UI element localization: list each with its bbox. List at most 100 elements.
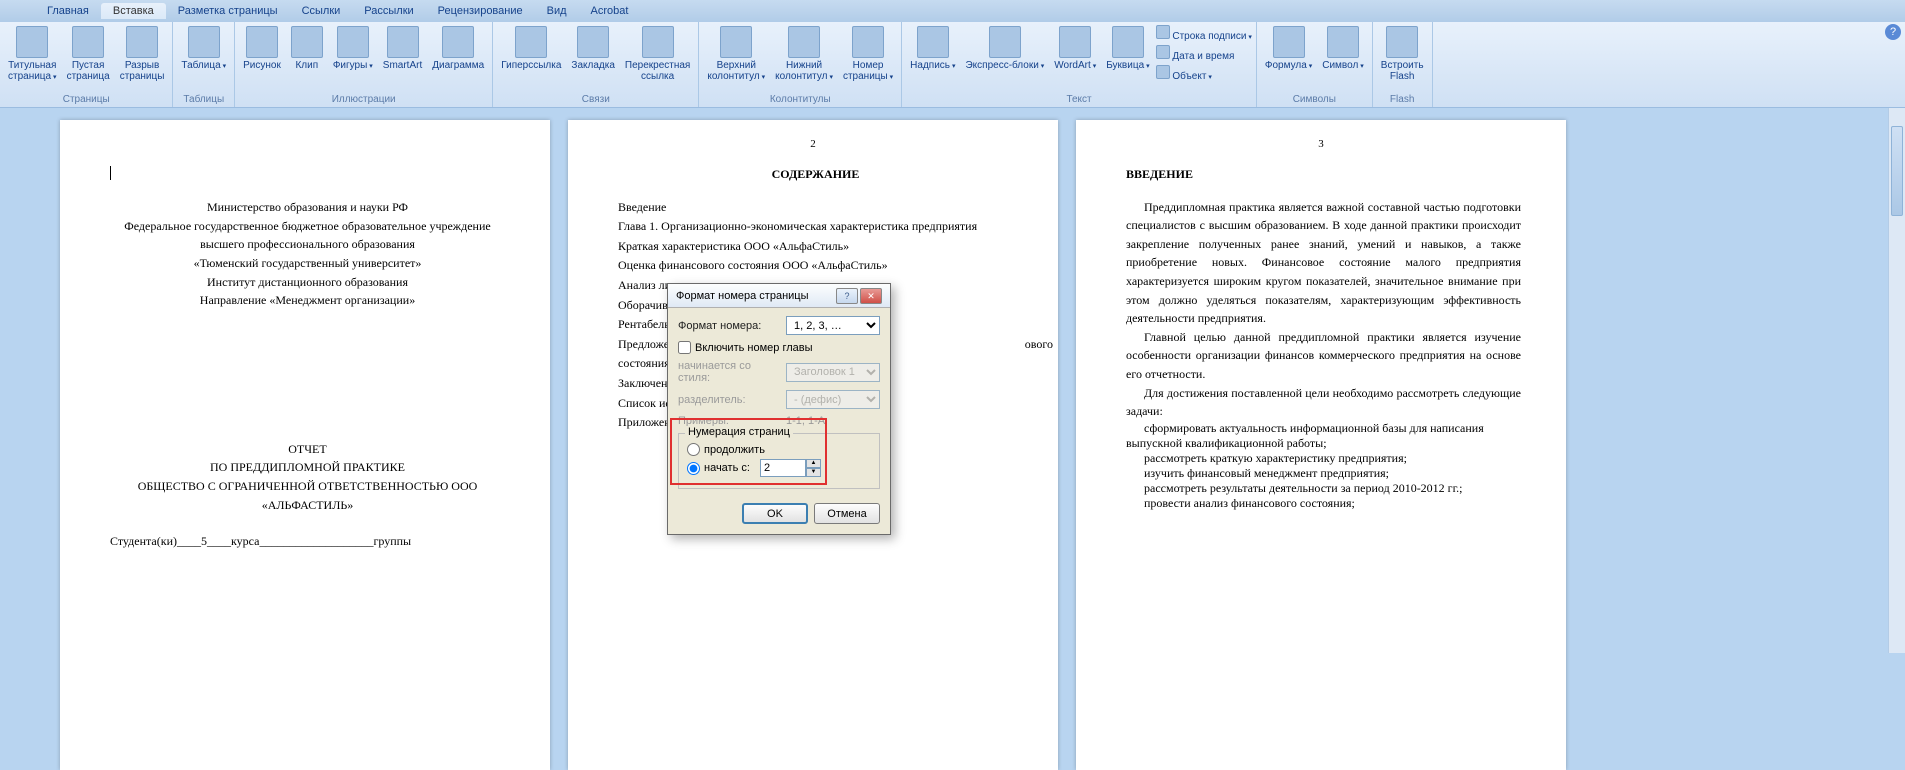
datetime-icon bbox=[1156, 45, 1170, 59]
picture-button[interactable]: Рисунок bbox=[239, 24, 285, 73]
symbol-button[interactable]: Символ bbox=[1318, 24, 1368, 73]
vertical-scrollbar[interactable] bbox=[1888, 108, 1905, 653]
page1-line: Федеральное государственное бюджетное об… bbox=[110, 217, 505, 236]
chapter-style-select: Заголовок 1 bbox=[786, 363, 880, 382]
quickparts-button[interactable]: Экспресс-блоки bbox=[961, 24, 1048, 73]
picture-icon bbox=[246, 26, 278, 58]
shapes-icon bbox=[337, 26, 369, 58]
page3-bullet: рассмотреть краткую характеристику предп… bbox=[1126, 451, 1521, 466]
page-number-icon bbox=[852, 26, 884, 58]
scrollbar-thumb[interactable] bbox=[1891, 126, 1903, 216]
continue-radio[interactable] bbox=[687, 443, 700, 456]
start-at-spinner: ▲ ▼ bbox=[760, 459, 821, 477]
dialog-help-button[interactable]: ? bbox=[836, 288, 858, 304]
page-break-button[interactable]: Разрывстраницы bbox=[116, 24, 169, 84]
page1-line: «Тюменский государственный университет» bbox=[110, 254, 505, 273]
dialog-close-button[interactable]: ✕ bbox=[860, 288, 882, 304]
page1-line: Направление «Менеджмент организации» bbox=[110, 291, 505, 310]
footer-button[interactable]: Нижнийколонтитул bbox=[771, 24, 837, 84]
shapes-button[interactable]: Фигуры bbox=[329, 24, 377, 73]
dropcap-button[interactable]: Буквица bbox=[1102, 24, 1153, 73]
textbox-button[interactable]: Надпись bbox=[906, 24, 959, 73]
group-tables: Таблица Таблицы bbox=[173, 22, 235, 107]
group-flash: ВстроитьFlash Flash bbox=[1373, 22, 1433, 107]
equation-icon bbox=[1273, 26, 1305, 58]
hyperlink-button[interactable]: Гиперссылка bbox=[497, 24, 565, 73]
page1-line: Министерство образования и науки РФ bbox=[110, 198, 505, 217]
crossref-button[interactable]: Перекрестнаяссылка bbox=[621, 24, 694, 84]
tab-layout[interactable]: Разметка страницы bbox=[166, 3, 290, 19]
help-icon[interactable]: ? bbox=[1885, 24, 1901, 40]
group-links-label: Связи bbox=[497, 92, 694, 107]
tab-acrobat[interactable]: Acrobat bbox=[579, 3, 641, 19]
start-at-label: начать с: bbox=[704, 462, 750, 474]
include-chapter-checkbox[interactable] bbox=[678, 341, 691, 354]
numbering-legend: Нумерация страниц bbox=[685, 426, 793, 438]
chart-button[interactable]: Диаграмма bbox=[428, 24, 488, 73]
wordart-button[interactable]: WordArt bbox=[1050, 24, 1100, 73]
bookmark-button[interactable]: Закладка bbox=[567, 24, 618, 73]
page3-bullet: сформировать актуальность информационной… bbox=[1126, 421, 1521, 451]
start-at-radio[interactable] bbox=[687, 462, 700, 475]
group-illus-label: Иллюстрации bbox=[239, 92, 488, 107]
embed-flash-button[interactable]: ВстроитьFlash bbox=[1377, 24, 1428, 84]
table-button[interactable]: Таблица bbox=[177, 24, 230, 73]
start-at-input[interactable] bbox=[760, 459, 806, 477]
group-links: Гиперссылка Закладка Перекрестнаяссылка … bbox=[493, 22, 699, 107]
separator-select: - (дефис) bbox=[786, 390, 880, 409]
group-headerfooter: Верхнийколонтитул Нижнийколонтитул Номер… bbox=[699, 22, 902, 107]
group-symbols-label: Символы bbox=[1261, 92, 1368, 107]
dialog-titlebar[interactable]: Формат номера страницы ? ✕ bbox=[668, 284, 890, 308]
numbering-fieldset: Нумерация страниц продолжить начать с: ▲… bbox=[678, 433, 880, 489]
group-pages-label: Страницы bbox=[4, 92, 168, 107]
blank-page-button[interactable]: Пустаястраница bbox=[63, 24, 114, 84]
signature-line-button[interactable]: Строка подписи bbox=[1156, 24, 1252, 43]
page1-line: высшего профессионального образования bbox=[110, 235, 505, 254]
cover-page-icon bbox=[16, 26, 48, 58]
smartart-icon bbox=[387, 26, 419, 58]
tab-insert[interactable]: Вставка bbox=[101, 3, 166, 19]
group-tables-label: Таблицы bbox=[177, 92, 230, 107]
tab-home[interactable]: Главная bbox=[35, 3, 101, 19]
toc-item: Введение bbox=[618, 198, 1013, 217]
header-button[interactable]: Верхнийколонтитул bbox=[703, 24, 769, 84]
page3-title: ВВЕДЕНИЕ bbox=[1126, 165, 1521, 184]
page-number-button[interactable]: Номерстраницы bbox=[839, 24, 897, 84]
cancel-button[interactable]: Отмена bbox=[814, 503, 880, 524]
hyperlink-icon bbox=[515, 26, 547, 58]
datetime-button[interactable]: Дата и время bbox=[1156, 44, 1252, 63]
page-3[interactable]: 3 ВВЕДЕНИЕ Преддипломная практика являет… bbox=[1076, 120, 1566, 770]
format-label: Формат номера: bbox=[678, 320, 780, 332]
tab-review[interactable]: Рецензирование bbox=[426, 3, 535, 19]
page1-report: «АЛЬФАСТИЛЬ» bbox=[110, 496, 505, 515]
smartart-button[interactable]: SmartArt bbox=[379, 24, 426, 73]
spinner-up[interactable]: ▲ bbox=[806, 459, 821, 468]
spinner-down[interactable]: ▼ bbox=[806, 468, 821, 477]
number-format-select[interactable]: 1, 2, 3, … bbox=[786, 316, 880, 335]
blank-page-icon bbox=[72, 26, 104, 58]
page-break-icon bbox=[126, 26, 158, 58]
ribbon: Титульнаястраница Пустаястраница Разрывс… bbox=[0, 22, 1905, 108]
bookmark-icon bbox=[577, 26, 609, 58]
ok-button[interactable]: OK bbox=[742, 503, 808, 524]
group-flash-label: Flash bbox=[1377, 92, 1428, 107]
object-button[interactable]: Объект bbox=[1156, 64, 1252, 83]
page3-number: 3 bbox=[1318, 138, 1324, 150]
tab-mailings[interactable]: Рассылки bbox=[352, 3, 425, 19]
tab-view[interactable]: Вид bbox=[535, 3, 579, 19]
page3-bullet: рассмотреть результаты деятельности за п… bbox=[1126, 481, 1521, 496]
group-pages: Титульнаястраница Пустаястраница Разрывс… bbox=[0, 22, 173, 107]
signature-icon bbox=[1156, 25, 1170, 39]
wordart-icon bbox=[1059, 26, 1091, 58]
cover-page-button[interactable]: Титульнаястраница bbox=[4, 24, 61, 84]
clipart-button[interactable]: Клип bbox=[287, 24, 327, 73]
page3-bullet: провести анализ финансового состояния; bbox=[1126, 496, 1521, 511]
page-1[interactable]: Министерство образования и науки РФ Феде… bbox=[60, 120, 550, 770]
equation-button[interactable]: Формула bbox=[1261, 24, 1316, 73]
group-text-label: Текст bbox=[906, 92, 1252, 107]
page3-para: Преддипломная практика является важной с… bbox=[1126, 198, 1521, 328]
group-illustrations: Рисунок Клип Фигуры SmartArt Диаграмма И… bbox=[235, 22, 493, 107]
page2-number: 2 bbox=[810, 138, 816, 150]
page1-student: Студента(ки)____5____курса______________… bbox=[110, 532, 505, 551]
tab-references[interactable]: Ссылки bbox=[290, 3, 353, 19]
